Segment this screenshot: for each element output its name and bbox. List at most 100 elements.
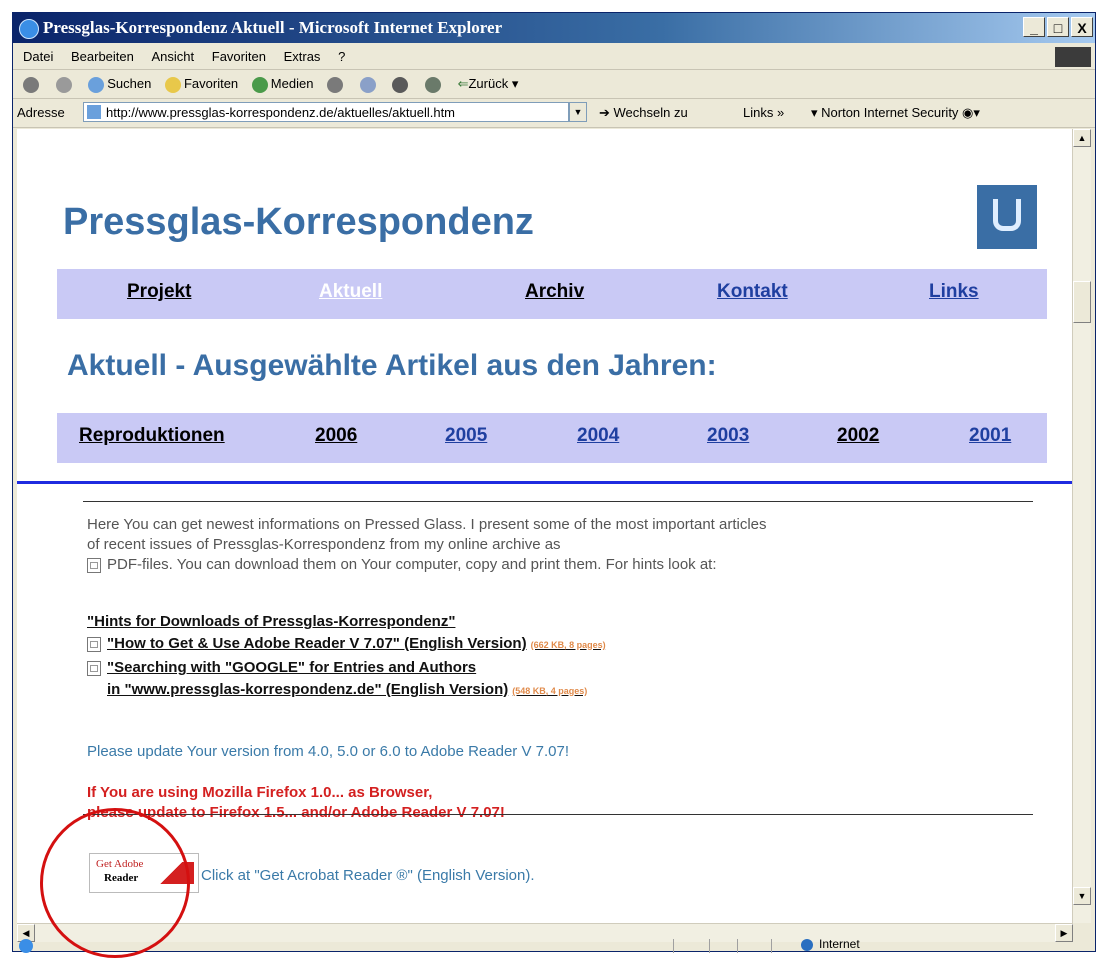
year-link-2003[interactable]: 2003	[707, 425, 749, 447]
hints-link[interactable]: "Hints for Downloads of Pressglas-Korres…	[87, 613, 455, 630]
mail-icon	[359, 76, 376, 93]
history-icon	[327, 76, 344, 93]
address-url: http://www.pressglas-korrespondenz.de/ak…	[106, 105, 456, 120]
adobe-howto-row: "How to Get & Use Adobe Reader V 7.07" (…	[87, 635, 606, 652]
status-cell	[771, 939, 772, 953]
forward-nav-button[interactable]	[55, 70, 75, 98]
edit-icon	[424, 76, 441, 93]
page-icon	[87, 105, 101, 119]
media-label: Medien	[270, 76, 314, 91]
intro-line-1: Here You can get newest informations on …	[87, 516, 767, 533]
status-cell	[673, 939, 674, 953]
get-reader-text[interactable]: Click at "Get Acrobat Reader ®" (English…	[201, 867, 535, 884]
minimize-button[interactable]: _	[1023, 17, 1045, 37]
year-link-2001[interactable]: 2001	[969, 425, 1011, 447]
menu-ansicht[interactable]: Ansicht	[152, 49, 195, 64]
update-text: Please update Your version from 4.0, 5.0…	[87, 743, 569, 760]
pdf-icon	[87, 660, 101, 676]
go-button[interactable]: ➔ Wechseln zu	[599, 99, 688, 127]
back-nav-button[interactable]	[23, 70, 42, 98]
toolbar: Suchen Favoriten Medien ⇐Zurück ▾	[13, 70, 1095, 99]
status-cell	[737, 939, 738, 953]
year-link-2005[interactable]: 2005	[445, 425, 487, 447]
title-bar: Pressglas-Korrespondenz Aktuell - Micros…	[13, 13, 1095, 43]
search-label: Suchen	[107, 76, 152, 91]
year-link-reproduktionen[interactable]: Reproduktionen	[79, 425, 225, 447]
scroll-right-icon[interactable]: ▶	[1055, 924, 1073, 942]
scroll-up-icon[interactable]: ▲	[1073, 129, 1091, 147]
browser-window: Pressglas-Korrespondenz Aktuell - Micros…	[12, 12, 1096, 953]
restore-button[interactable]: □	[1047, 17, 1069, 37]
back-icon	[23, 76, 39, 93]
edit-button[interactable]	[424, 70, 444, 98]
pdf-icon	[87, 557, 101, 573]
vertical-scrollbar[interactable]: ▲ ▼	[1072, 129, 1091, 923]
warning-line-1: If You are using Mozilla Firefox 1.0... …	[87, 784, 433, 801]
norton-button[interactable]: ▾ Norton Internet Security ◉▾	[811, 99, 980, 127]
status-zone-label: Internet	[819, 937, 860, 951]
menu-help[interactable]: ?	[338, 49, 345, 64]
year-nav: Reproduktionen 2006 2005 2004 2003 2002 …	[57, 413, 1047, 463]
back-button[interactable]: ⇐Zurück ▾	[458, 70, 519, 98]
adobe-file-size: (662 KB, 8 pages)	[530, 640, 606, 650]
google-link-2[interactable]: in "www.pressglas-korrespondenz.de" (Eng…	[107, 681, 508, 698]
nav-links[interactable]: Links	[929, 281, 979, 303]
divider-top	[83, 501, 1033, 502]
forward-icon	[55, 76, 72, 93]
page-heading: Aktuell - Ausgewählte Artikel aus den Ja…	[67, 349, 717, 382]
close-button[interactable]: X	[1071, 17, 1093, 37]
intro-line-2: of recent issues of Pressglas-Korrespond…	[87, 536, 561, 553]
address-input[interactable]: http://www.pressglas-korrespondenz.de/ak…	[83, 102, 569, 122]
intro-paragraph: Here You can get newest informations on …	[87, 515, 1037, 575]
favorites-button[interactable]: Favoriten	[164, 70, 238, 98]
nav-archiv[interactable]: Archiv	[525, 281, 584, 303]
google-row-1: "Searching with "GOOGLE" for Entries and…	[87, 659, 476, 676]
mail-button[interactable]	[359, 70, 379, 98]
adobe-howto-link[interactable]: "How to Get & Use Adobe Reader V 7.07" (…	[107, 635, 527, 652]
globe-icon	[801, 938, 813, 951]
menu-datei[interactable]: Datei	[23, 49, 53, 64]
search-button[interactable]: Suchen	[88, 70, 151, 98]
pdf-icon	[87, 636, 101, 652]
address-dropdown[interactable]: ▼	[569, 102, 587, 122]
links-button[interactable]: Links »	[743, 99, 784, 127]
year-link-2004[interactable]: 2004	[577, 425, 619, 447]
highlight-circle	[40, 808, 190, 958]
nav-aktuell[interactable]: Aktuell	[319, 281, 382, 303]
google-file-size: (548 KB, 4 pages)	[512, 686, 588, 696]
intro-line-3: PDF-files. You can download them on Your…	[87, 555, 1037, 575]
status-cell	[709, 939, 710, 953]
status-bar: Internet	[13, 937, 1095, 953]
norton-label: Norton Internet Security	[821, 105, 959, 120]
nav-kontakt[interactable]: Kontakt	[717, 281, 788, 303]
menu-favoriten[interactable]: Favoriten	[212, 49, 266, 64]
ie-icon	[19, 19, 39, 39]
status-zone: Internet	[801, 937, 860, 951]
site-logo-icon	[977, 185, 1037, 249]
scroll-thumb[interactable]	[1073, 281, 1091, 323]
site-title: Pressglas-Korrespondenz	[63, 201, 534, 243]
favorites-icon	[164, 76, 181, 93]
print-icon	[392, 76, 409, 93]
blue-divider	[17, 481, 1073, 484]
nav-projekt[interactable]: Projekt	[127, 281, 191, 303]
print-button[interactable]	[392, 70, 411, 98]
year-link-2006[interactable]: 2006	[315, 425, 357, 447]
menu-bar: Datei Bearbeiten Ansicht Favoriten Extra…	[13, 45, 1095, 70]
year-link-2002[interactable]: 2002	[837, 425, 879, 447]
window-title: Pressglas-Korrespondenz Aktuell - Micros…	[43, 18, 503, 37]
google-link-1[interactable]: "Searching with "GOOGLE" for Entries and…	[107, 659, 476, 676]
intro-line-3-text: PDF-files. You can download them on Your…	[107, 556, 717, 573]
links-label: Links	[743, 105, 774, 120]
page-content: Pressglas-Korrespondenz Projekt Aktuell …	[17, 129, 1073, 923]
address-bar: Adresse http://www.pressglas-korresponde…	[13, 99, 1095, 128]
menu-bearbeiten[interactable]: Bearbeiten	[71, 49, 134, 64]
scroll-down-icon[interactable]: ▼	[1073, 887, 1091, 905]
address-label: Adresse	[17, 105, 65, 120]
media-button[interactable]: Medien	[251, 70, 314, 98]
status-page-icon	[19, 939, 33, 953]
back-label: Zurück	[468, 76, 509, 91]
history-button[interactable]	[327, 70, 346, 98]
menu-extras[interactable]: Extras	[284, 49, 321, 64]
divider-bottom	[83, 814, 1033, 815]
